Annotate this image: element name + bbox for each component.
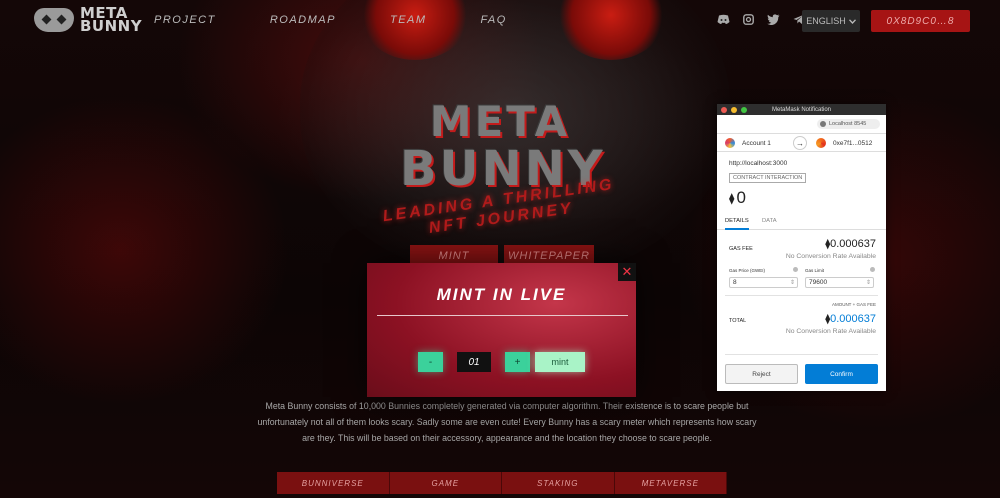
tab-metaverse[interactable]: METAVERSE: [614, 472, 727, 494]
gas-fee-label: GAS FEE: [729, 246, 753, 252]
close-icon[interactable]: ✕: [618, 263, 636, 281]
nav-links: PROJECT ROADMAP TEAM FAQ: [154, 14, 507, 26]
detail-tabs: DETAILS DATA: [717, 214, 886, 230]
twitter-icon[interactable]: [767, 13, 780, 26]
account-from[interactable]: Account 1: [742, 140, 771, 147]
gas-price-input[interactable]: 8: [729, 277, 798, 288]
nav-link-roadmap[interactable]: ROADMAP: [270, 14, 336, 26]
bottom-tabs: BUNNIVERSE GAME STAKING METAVERSE: [277, 472, 727, 494]
social-links: [717, 13, 805, 26]
info-icon[interactable]: [870, 267, 875, 272]
recipient-avatar: [816, 138, 826, 148]
mint-modal-divider: [377, 315, 628, 316]
divider: [725, 354, 878, 355]
gas-price-label: Gas Price (GWEI): [729, 268, 766, 273]
nav-link-faq[interactable]: FAQ: [481, 14, 507, 26]
wallet-address-button[interactable]: 0X8D9C0…8: [871, 10, 970, 32]
confirm-button[interactable]: Confirm: [805, 364, 878, 384]
bunny-logo-icon: [34, 8, 74, 32]
language-select[interactable]: ENGLISH: [802, 10, 860, 32]
network-icon: [820, 121, 826, 127]
gas-fee-value: ⧫0.000637: [825, 238, 876, 250]
arrow-right-icon: →: [793, 136, 807, 150]
divider: [725, 295, 878, 296]
contract-interaction-badge: CONTRACT INTERACTION: [729, 173, 807, 183]
mint-modal: ✕ MINT IN LIVE - 01 + mint: [367, 263, 636, 397]
tab-staking[interactable]: STAKING: [502, 472, 615, 494]
project-description: Meta Bunny consists of 10,000 Bunnies co…: [257, 401, 757, 443]
reject-button[interactable]: Reject: [725, 364, 798, 384]
quantity-field[interactable]: 01: [457, 352, 491, 372]
tab-details[interactable]: DETAILS: [725, 218, 749, 230]
origin-url: http://localhost:3000: [729, 160, 788, 167]
gas-fee-conversion: No Conversion Rate Available: [785, 253, 876, 260]
chevron-down-icon: [848, 16, 856, 26]
top-nav: META BUNNY PROJECT ROADMAP TEAM FAQ ENGL…: [0, 0, 1000, 42]
window-title: MetaMask Notification: [771, 106, 832, 113]
total-conversion: No Conversion Rate Available: [785, 328, 876, 335]
nav-link-project[interactable]: PROJECT: [154, 14, 216, 26]
total-label: TOTAL: [729, 318, 747, 324]
mint-button[interactable]: mint: [535, 352, 585, 372]
tab-bunniverse[interactable]: BUNNIVERSE: [277, 472, 390, 494]
account-to[interactable]: 0xe7f1...0512: [833, 140, 872, 147]
gas-limit-label: Gas Limit: [805, 268, 825, 273]
discord-icon[interactable]: [717, 13, 730, 26]
metamask-window: MetaMask Notification Localhost 8545 Acc…: [717, 104, 886, 391]
decrement-button[interactable]: -: [418, 352, 443, 372]
total-value: ⧫0.000637: [825, 313, 876, 325]
account-avatar: [725, 138, 735, 148]
logo-text: META BUNNY: [80, 4, 143, 35]
increment-button[interactable]: +: [505, 352, 530, 372]
account-row: Account 1 → 0xe7f1...0512: [717, 133, 886, 152]
window-titlebar: MetaMask Notification: [717, 104, 886, 115]
nav-link-team[interactable]: TEAM: [390, 14, 427, 26]
network-indicator[interactable]: Localhost 8545: [817, 119, 880, 129]
gas-limit-input[interactable]: 79600: [805, 277, 874, 288]
info-icon[interactable]: [793, 267, 798, 272]
ethereum-icon: ⧫: [729, 192, 735, 205]
amount-plus-gas-label: AMOUNT + GAS FEE: [831, 302, 876, 307]
mint-modal-title: MINT IN LIVE: [436, 285, 567, 304]
tab-data[interactable]: DATA: [762, 218, 777, 224]
instagram-icon[interactable]: [742, 13, 755, 26]
hero-title: META BUNNY: [400, 97, 606, 197]
logo[interactable]: META BUNNY: [34, 4, 143, 35]
transaction-amount: ⧫ 0: [729, 188, 746, 207]
tab-game[interactable]: GAME: [389, 472, 502, 494]
